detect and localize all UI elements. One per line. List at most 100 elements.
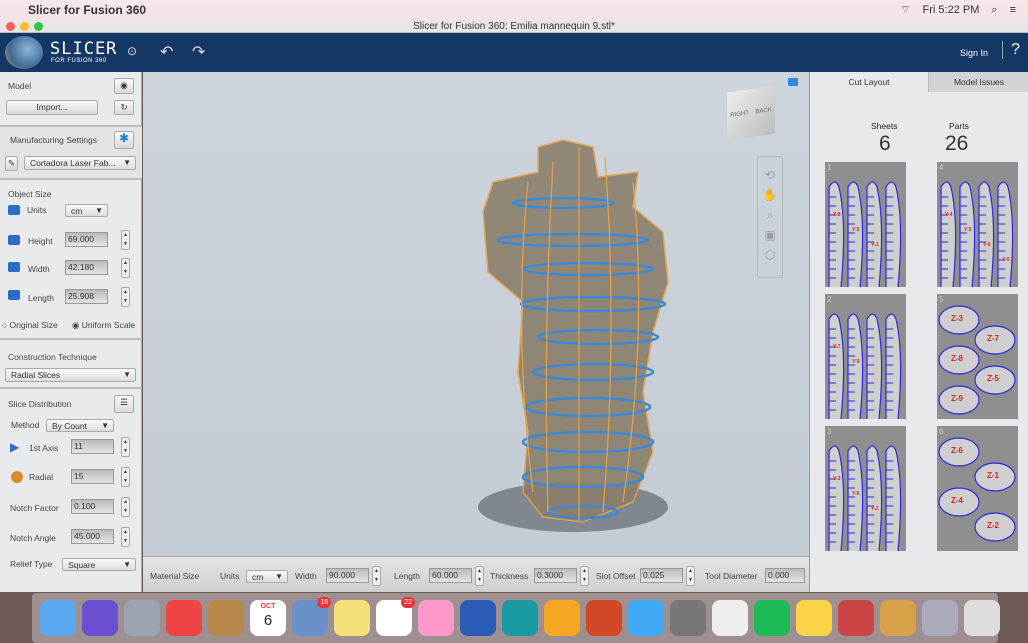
undo-icon[interactable]: ↶ bbox=[160, 42, 173, 62]
pencil-icon[interactable]: ✎ bbox=[5, 156, 18, 171]
dropdown-circle-icon[interactable]: ⊙ bbox=[127, 44, 137, 58]
notch-angle-input[interactable]: 45.000 bbox=[71, 529, 114, 544]
list-icon[interactable]: ☰ bbox=[114, 395, 134, 413]
calendar-month: OCT bbox=[260, 603, 276, 610]
preview-icon[interactable]: 18 bbox=[292, 597, 331, 636]
height-input[interactable]: 69.000 bbox=[65, 232, 108, 247]
reminders-icon[interactable]: 22 bbox=[376, 597, 415, 636]
sheet-thumbnail-5[interactable]: 5 Z-3 Z-7 Z-8 Z-5 Z-9 bbox=[937, 294, 1018, 419]
tab-cut-layout[interactable]: Cut Layout bbox=[810, 72, 928, 92]
first-axis-stepper[interactable]: ▲ ▼ bbox=[121, 437, 130, 457]
view-cube-right[interactable]: RIGHT bbox=[730, 110, 749, 119]
sheet-thumbnail-2[interactable]: 2 Y-7 Y-9 bbox=[825, 294, 906, 419]
tips-icon[interactable] bbox=[796, 600, 832, 636]
machine-select[interactable]: Cortadora Laser Fab... bbox=[24, 156, 136, 170]
launchpad-icon[interactable] bbox=[124, 600, 160, 636]
redo-icon[interactable]: ↷ bbox=[192, 42, 205, 62]
clock[interactable]: Fri 5:22 PM bbox=[923, 4, 980, 16]
material-width-stepper[interactable]: ▲ ▼ bbox=[372, 566, 381, 586]
zoom-button[interactable] bbox=[34, 22, 43, 31]
orbit-icon[interactable]: ⟲ bbox=[758, 165, 782, 185]
thickness-stepper[interactable]: ▲ ▼ bbox=[580, 566, 589, 586]
part-label: Z-4 bbox=[951, 496, 963, 505]
spotlight-icon[interactable]: ⌕ bbox=[991, 4, 997, 17]
gear-icon[interactable]: ✱ bbox=[114, 131, 134, 149]
mosaic-icon[interactable] bbox=[712, 600, 748, 636]
arduino-icon[interactable] bbox=[502, 600, 538, 636]
system-preferences-icon[interactable] bbox=[670, 600, 706, 636]
chrome-icon[interactable] bbox=[166, 600, 202, 636]
original-size-radio[interactable]: ○ Original Size bbox=[2, 320, 58, 330]
slot-offset-stepper[interactable]: ▲ ▼ bbox=[686, 566, 695, 586]
first-axis-input[interactable]: 11 bbox=[71, 439, 114, 454]
tab-model-issues[interactable]: Model Issues bbox=[928, 72, 1028, 92]
minimize-button[interactable] bbox=[20, 22, 29, 31]
3d-viewport[interactable]: RIGHT BACK ⟲ ✋ ⌕ ▣ ⬡ bbox=[143, 72, 809, 556]
sheet-thumbnail-4[interactable]: 4 Y-4 Y-5 Y-6 Y-0 bbox=[937, 162, 1018, 287]
length-stepper[interactable]: ▲ ▼ bbox=[121, 287, 130, 307]
material-units-select[interactable]: cm bbox=[246, 570, 288, 583]
contacts-icon[interactable] bbox=[208, 600, 244, 636]
menu-list-icon[interactable]: ≡ bbox=[1010, 4, 1016, 16]
powerpoint-icon[interactable] bbox=[586, 600, 622, 636]
eye-icon[interactable]: ◉ bbox=[114, 78, 134, 94]
messages-icon[interactable] bbox=[628, 600, 664, 636]
technique-select[interactable]: Radial Slices bbox=[5, 368, 136, 382]
sheet-thumbnail-3[interactable]: 3 Y-3 Y-6 Y-2 bbox=[825, 426, 906, 551]
method-select[interactable]: By Count bbox=[46, 419, 114, 432]
sketch-icon[interactable] bbox=[544, 600, 580, 636]
length-input[interactable]: 25.908 bbox=[65, 289, 108, 304]
photos-icon[interactable] bbox=[418, 600, 454, 636]
slot-offset-label: Slot Offset bbox=[596, 571, 636, 581]
help-icon[interactable]: ? bbox=[1002, 41, 1020, 59]
window-titlebar: Slicer for Fusion 360: Emilia mannequin … bbox=[0, 20, 1028, 33]
material-width-input[interactable]: 90.000 bbox=[326, 568, 369, 583]
close-button[interactable] bbox=[6, 22, 15, 31]
material-length-stepper[interactable]: ▲ ▼ bbox=[475, 566, 484, 586]
rib-part bbox=[885, 313, 902, 419]
sign-in-link[interactable]: Sign In bbox=[960, 48, 988, 58]
panel-toggle-icon[interactable] bbox=[788, 78, 798, 86]
utilities-icon[interactable] bbox=[922, 600, 958, 636]
calendar-icon[interactable]: OCT 6 bbox=[250, 600, 286, 636]
rib-part bbox=[847, 181, 864, 287]
radial-input[interactable]: 15 bbox=[71, 469, 114, 484]
rib-part bbox=[828, 445, 845, 551]
sheet-thumbnail-6[interactable]: 6 Z-6 Z-1 Z-4 Z-2 bbox=[937, 426, 1018, 551]
material-length-input[interactable]: 60.000 bbox=[429, 568, 472, 583]
word-icon[interactable] bbox=[460, 600, 496, 636]
relief-type-select[interactable]: Square bbox=[62, 558, 136, 571]
fusion-icon[interactable] bbox=[838, 600, 874, 636]
notch-angle-stepper[interactable]: ▲ ▼ bbox=[121, 527, 130, 547]
length-cube-icon bbox=[8, 290, 20, 300]
refresh-icon[interactable]: ↻ bbox=[114, 100, 134, 115]
notes-icon[interactable] bbox=[334, 600, 370, 636]
pan-hand-icon[interactable]: ✋ bbox=[758, 185, 782, 205]
import-button[interactable]: Import... bbox=[6, 100, 98, 115]
width-stepper[interactable]: ▲ ▼ bbox=[121, 258, 130, 278]
notch-factor-stepper[interactable]: ▲ ▼ bbox=[121, 497, 130, 517]
thickness-input[interactable]: 0.3000 bbox=[534, 568, 577, 583]
slicer-icon[interactable] bbox=[880, 600, 916, 636]
mannequin-model[interactable] bbox=[143, 72, 809, 556]
width-input[interactable]: 42.180 bbox=[65, 260, 108, 275]
height-stepper[interactable]: ▲ ▼ bbox=[121, 230, 130, 250]
home-view-icon[interactable]: ⬡ bbox=[758, 245, 782, 265]
fit-icon[interactable]: ▣ bbox=[758, 225, 782, 245]
notch-factor-input[interactable]: 0.100 bbox=[71, 499, 114, 514]
view-cube[interactable]: RIGHT BACK bbox=[727, 85, 775, 141]
units-select[interactable]: cm bbox=[65, 204, 108, 217]
view-cube-back[interactable]: BACK bbox=[755, 107, 771, 115]
app-menu[interactable]: Slicer for Fusion 360 bbox=[28, 3, 146, 17]
sheet-thumbnail-1[interactable]: 1 Y-8 Y-5 Y-1 bbox=[825, 162, 906, 287]
radial-stepper[interactable]: ▲ ▼ bbox=[121, 467, 130, 487]
spotify-icon[interactable] bbox=[754, 600, 790, 636]
tool-diameter-input[interactable]: 0.000 bbox=[765, 568, 805, 583]
trash-icon[interactable] bbox=[964, 600, 1000, 636]
finder-icon[interactable] bbox=[40, 600, 76, 636]
uniform-scale-radio[interactable]: ◉ Uniform Scale bbox=[72, 320, 135, 331]
wifi-icon[interactable]: ⌔ bbox=[900, 3, 910, 17]
siri-icon[interactable] bbox=[82, 600, 118, 636]
slot-offset-input[interactable]: 0.025 bbox=[640, 568, 683, 583]
zoom-icon[interactable]: ⌕ bbox=[758, 205, 782, 225]
